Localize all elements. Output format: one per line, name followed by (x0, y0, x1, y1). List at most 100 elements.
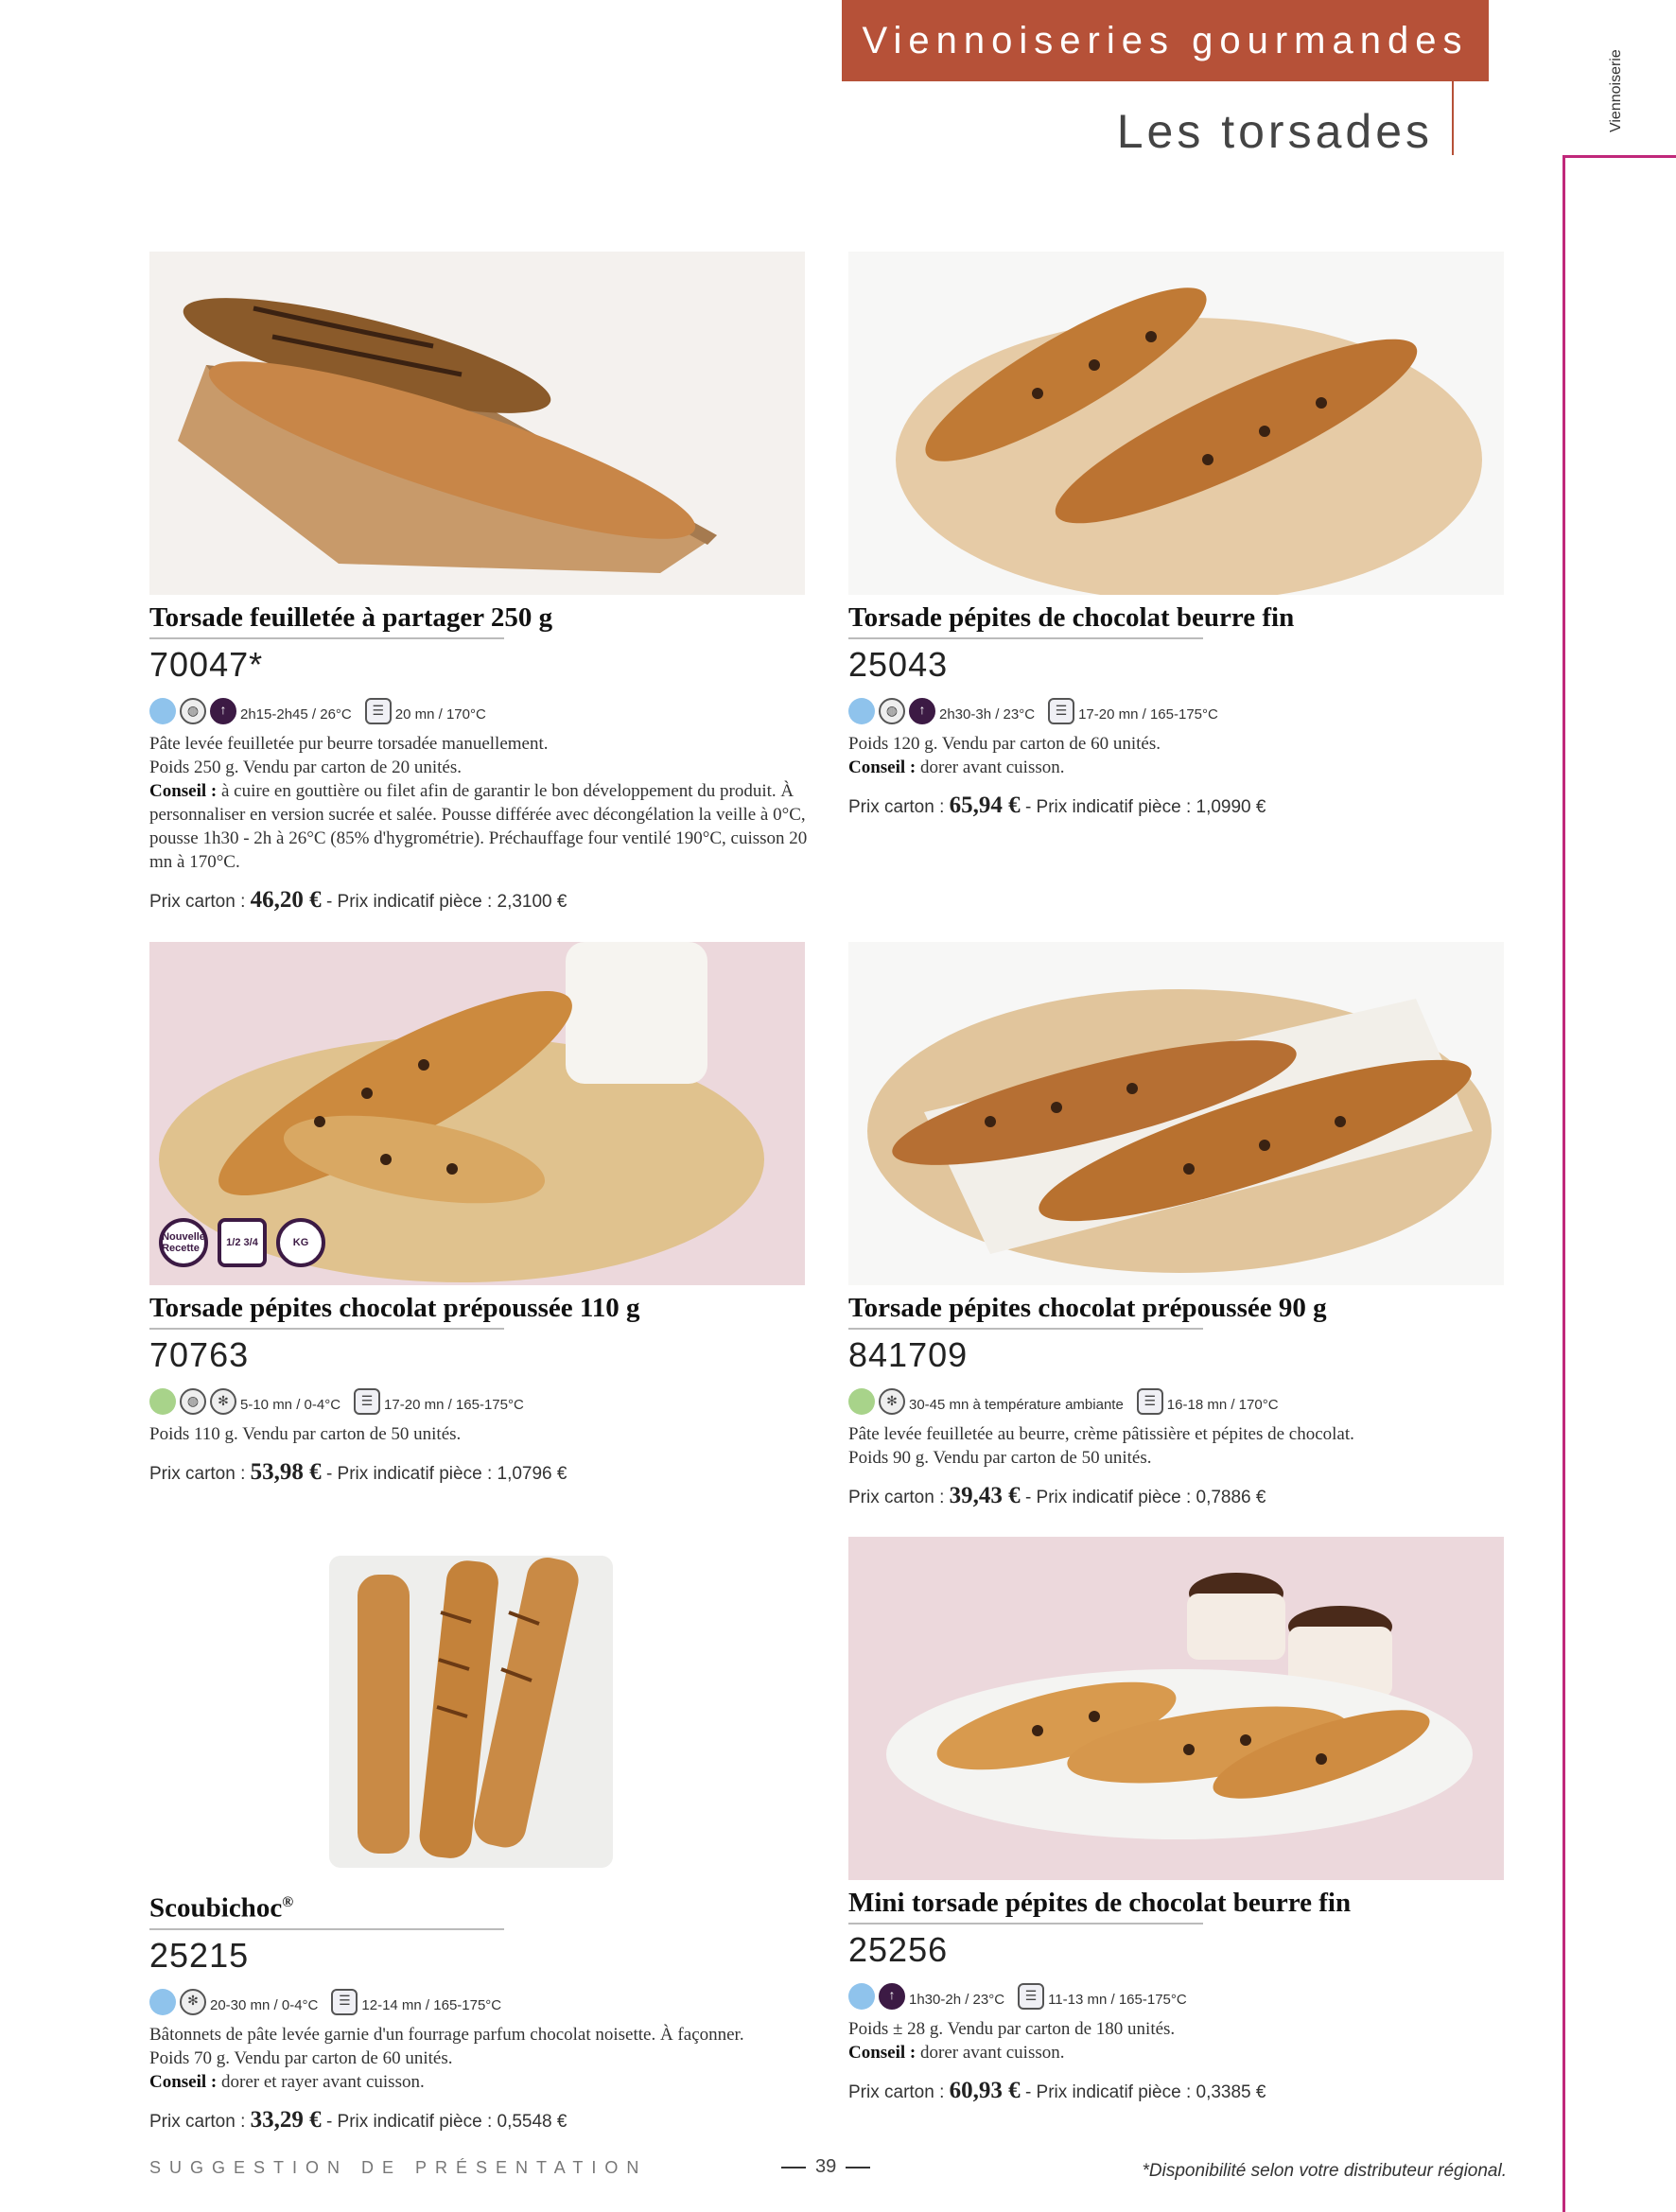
product-description: Pâte levée feuilletée pur beurre torsadé… (149, 732, 812, 874)
carton-price: 60,93 € (949, 2078, 1021, 2103)
price-label: Prix carton : (149, 1464, 246, 1484)
oven-icon: ☰ (1018, 1983, 1045, 2010)
section-banner: Viennoiseries gourmandes (842, 0, 1489, 81)
page-subtitle: Les torsades (1116, 105, 1433, 158)
page-number-text: 39 (815, 2156, 837, 2177)
butter-icon: ◍ (180, 1388, 206, 1415)
page-dash (846, 2166, 871, 2168)
storage-dot-icon (848, 1983, 875, 2010)
product-name: Torsade feuilletée à partager 250 g (149, 602, 553, 633)
product-photo-prepoussee-90 (848, 942, 1504, 1285)
advice-label: Conseil : (848, 758, 917, 777)
advice-label: Conseil : (149, 2071, 218, 2092)
oven-icon: ☰ (354, 1388, 381, 1415)
usage-icons: ◍ ↑ 2h30-3h / 23°C ☰ 17-20 mn / 165-175°… (848, 694, 1510, 724)
proofing-icon: ↑ (879, 1983, 905, 2010)
portion-badge-icon: 1/2 3/4 (218, 1218, 267, 1267)
bake-time: 20 mn / 170°C (394, 706, 486, 723)
price-line: Prix carton : 53,98 € - Prix indicatif p… (149, 1459, 812, 1486)
proofing-icon: ↑ (210, 698, 236, 724)
price-label: Prix carton : (848, 797, 945, 817)
unit-price: - Prix indicatif pièce : 1,0796 € (325, 1464, 567, 1484)
product-code: 70763 (149, 1335, 250, 1374)
thaw-icon: ✻ (180, 1988, 206, 2015)
price-label: Prix carton : (149, 2111, 246, 2132)
storage-dot-icon (848, 698, 875, 724)
product-name-text: Scoubichoc (149, 1892, 283, 1924)
thaw-icon: ✻ (210, 1388, 236, 1415)
weight-badge-icon: KG (276, 1218, 325, 1267)
name-rule (149, 637, 504, 639)
bake-time: 12-14 mn / 165-175°C (361, 1996, 502, 2013)
price-label: Prix carton : (848, 1488, 945, 1507)
desc-line: Pâte levée feuilletée pur beurre torsadé… (149, 734, 549, 754)
desc-line: Poids 250 g. Vendu par carton de 20 unit… (149, 758, 462, 777)
name-rule (848, 1923, 1203, 1925)
advice: Conseil : dorer avant cuisson. (848, 756, 1510, 779)
unit-price: - Prix indicatif pièce : 0,3385 € (1024, 2082, 1266, 2102)
product-name: Torsade pépites chocolat prépoussée 110 … (149, 1293, 640, 1323)
usage-icons: ◍ ✻ 5-10 mn / 0-4°C ☰ 17-20 mn / 165-175… (149, 1385, 812, 1415)
price-line: Prix carton : 65,94 € - Prix indicatif p… (848, 792, 1510, 819)
storage-dot-icon (149, 698, 176, 724)
advice-label: Conseil : (848, 2043, 917, 2063)
oven-icon: ☰ (364, 698, 392, 724)
bake-time: 11-13 mn / 165-175°C (1048, 1992, 1187, 2008)
unit-price: - Prix indicatif pièce : 2,3100 € (325, 892, 567, 912)
product-card: Torsade pépites chocolat prépoussée 110 … (149, 1292, 812, 1486)
advice: Conseil : dorer avant cuisson. (848, 2041, 1510, 2064)
price-line: Prix carton : 46,20 € - Prix indicatif p… (149, 887, 812, 914)
product-name: Scoubichoc® (149, 1887, 812, 1925)
proof-time: 5-10 mn / 0-4°C (240, 1397, 341, 1413)
desc-line: Poids 110 g. Vendu par carton de 50 unit… (149, 1424, 462, 1444)
carton-price: 65,94 € (949, 792, 1021, 818)
storage-dot-icon (848, 1388, 875, 1415)
carton-price: 39,43 € (949, 1483, 1021, 1508)
product-card: Torsade feuilletée à partager 250 g 7004… (149, 601, 812, 914)
unit-price: - Prix indicatif pièce : 0,5548 € (325, 2111, 567, 2132)
product-description: Pâte levée feuilletée au beurre, crème p… (848, 1422, 1510, 1470)
usage-icons: ◍ ↑ 2h15-2h45 / 26°C ☰ 20 mn / 170°C (149, 694, 812, 724)
product-code: 70047* (149, 645, 264, 684)
advice: Conseil : à cuire en gouttière ou filet … (149, 779, 812, 874)
advice-label: Conseil : (149, 781, 218, 801)
desc-line: Poids 70 g. Vendu par carton de 60 unité… (149, 2047, 453, 2068)
desc-line: Pâte levée feuilletée au beurre, crème p… (848, 1424, 1354, 1444)
advice-text: dorer avant cuisson. (920, 2043, 1065, 2063)
proofing-icon: ↑ (909, 698, 935, 724)
unit-price: - Prix indicatif pièce : 1,0990 € (1024, 797, 1266, 817)
name-rule (149, 1328, 504, 1330)
usage-icons: ↑ 1h30-2h / 23°C ☰ 11-13 mn / 165-175°C (848, 1979, 1510, 2010)
side-tab-label: Viennoiserie (1608, 49, 1624, 132)
product-photo-torsade-partager (149, 252, 805, 595)
side-line-vertical (1563, 155, 1565, 2212)
price-label: Prix carton : (149, 892, 246, 912)
product-name: Mini torsade pépites de chocolat beurre … (848, 1888, 1352, 1918)
advice-text: dorer avant cuisson. (920, 758, 1065, 777)
carton-price: 53,98 € (250, 1459, 322, 1485)
desc-line: Poids 90 g. Vendu par carton de 50 unité… (848, 1448, 1152, 1468)
unit-price: - Prix indicatif pièce : 0,7886 € (1024, 1488, 1266, 1507)
storage-dot-icon (149, 1388, 176, 1415)
bake-time: 17-20 mn / 165-175°C (384, 1397, 524, 1413)
product-name: Torsade pépites chocolat prépoussée 90 g (848, 1293, 1327, 1323)
product-card: Scoubichoc® 25215 ✻ 20-30 mn / 0-4°C ☰ 1… (149, 1887, 812, 2134)
carton-price: 33,29 € (250, 2106, 322, 2133)
product-code: 25043 (848, 645, 949, 684)
product-description: Poids 120 g. Vendu par carton de 60 unit… (848, 732, 1510, 779)
proof-time: 1h30-2h / 23°C (909, 1992, 1005, 2008)
proof-time: 2h15-2h45 / 26°C (240, 706, 352, 723)
name-rule (848, 637, 1203, 639)
product-name: Torsade pépites de chocolat beurre fin (848, 602, 1295, 633)
product-description: Bâtonnets de pâte levée garnie d'un four… (149, 2023, 812, 2094)
product-card: Torsade pépites chocolat prépoussée 90 g… (848, 1292, 1510, 1509)
desc-line: Poids ± 28 g. Vendu par carton de 180 un… (848, 2019, 1176, 2039)
registered-mark: ® (282, 1894, 294, 1910)
butter-icon: ◍ (879, 698, 905, 724)
butter-icon: ◍ (180, 698, 206, 724)
product-photo-mini-torsade (848, 1537, 1504, 1880)
page-number: 39 (781, 2156, 871, 2178)
usage-icons: ✻ 30-45 mn à température ambiante ☰ 16-1… (848, 1385, 1510, 1415)
price-line: Prix carton : 60,93 € - Prix indicatif p… (848, 2078, 1510, 2104)
proof-time: 30-45 mn à température ambiante (909, 1397, 1124, 1413)
